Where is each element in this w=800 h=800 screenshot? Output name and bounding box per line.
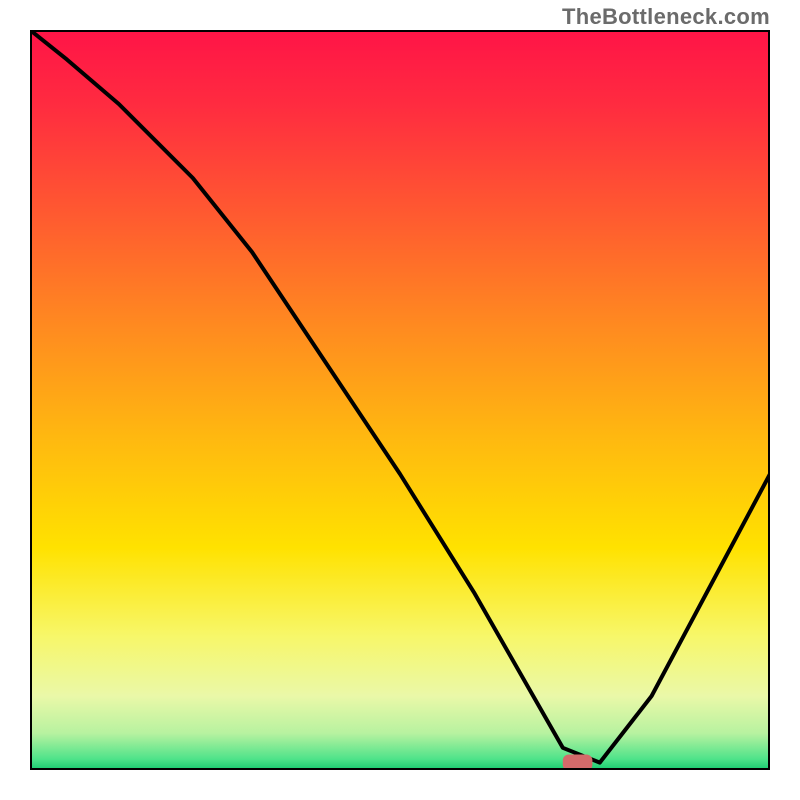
gradient-background — [30, 30, 770, 770]
optimal-marker — [563, 754, 593, 770]
plot-svg — [30, 30, 770, 770]
chart-frame: TheBottleneck.com — [0, 0, 800, 800]
plot-area — [30, 30, 770, 770]
watermark-text: TheBottleneck.com — [562, 4, 770, 30]
